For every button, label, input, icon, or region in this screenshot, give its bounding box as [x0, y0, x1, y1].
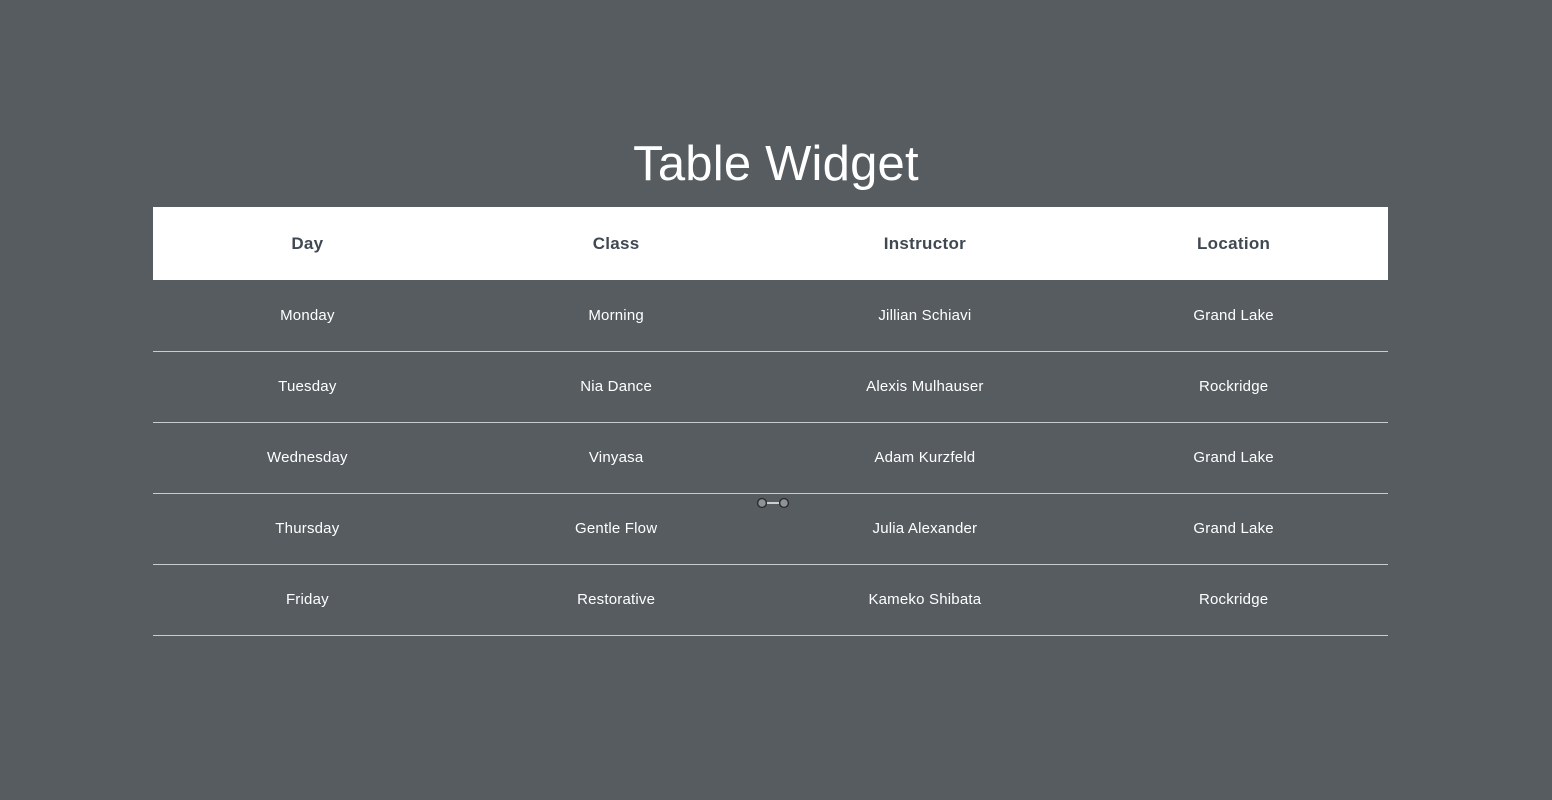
- schedule-table: Day Class Instructor Location Monday Mor…: [153, 207, 1388, 636]
- cell-day: Monday: [153, 280, 462, 352]
- table-row[interactable]: Wednesday Vinyasa Adam Kurzfeld Grand La…: [153, 422, 1388, 494]
- cell-day: Wednesday: [153, 422, 462, 494]
- cell-location: Rockridge: [1079, 564, 1388, 636]
- cell-class: Nia Dance: [461, 351, 771, 423]
- table-body: Monday Morning Jillian Schiavi Grand Lak…: [153, 280, 1388, 636]
- table-row[interactable]: Monday Morning Jillian Schiavi Grand Lak…: [153, 280, 1388, 352]
- column-header-instructor[interactable]: Instructor: [771, 207, 1080, 280]
- table-row[interactable]: Tuesday Nia Dance Alexis Mulhauser Rockr…: [153, 351, 1388, 423]
- cell-instructor: Jillian Schiavi: [770, 280, 1080, 352]
- cell-class: Morning: [461, 280, 771, 352]
- cell-location: Grand Lake: [1079, 280, 1388, 352]
- cell-location: Rockridge: [1079, 351, 1388, 423]
- column-header-location[interactable]: Location: [1079, 207, 1388, 280]
- cell-instructor: Kameko Shibata: [770, 564, 1080, 636]
- cell-instructor: Julia Alexander: [770, 493, 1080, 565]
- cell-class: Gentle Flow: [461, 493, 771, 565]
- cell-location: Grand Lake: [1079, 422, 1388, 494]
- table-header-row: Day Class Instructor Location: [153, 207, 1388, 280]
- cell-day: Friday: [153, 564, 462, 636]
- cell-class: Restorative: [461, 564, 771, 636]
- table-row[interactable]: Friday Restorative Kameko Shibata Rockri…: [153, 564, 1388, 636]
- table-row[interactable]: Thursday Gentle Flow Julia Alexander Gra…: [153, 493, 1388, 565]
- cell-day: Tuesday: [153, 351, 462, 423]
- table-header: Day Class Instructor Location: [153, 207, 1388, 280]
- cell-instructor: Adam Kurzfeld: [770, 422, 1080, 494]
- column-header-day[interactable]: Day: [153, 207, 462, 280]
- page-root: Table Widget Day Class Instructor Locati…: [0, 0, 1552, 800]
- table-widget: Day Class Instructor Location Monday Mor…: [153, 207, 1388, 636]
- column-header-class[interactable]: Class: [462, 207, 771, 280]
- cell-class: Vinyasa: [461, 422, 771, 494]
- cell-location: Grand Lake: [1079, 493, 1388, 565]
- cell-instructor: Alexis Mulhauser: [770, 351, 1080, 423]
- cell-day: Thursday: [153, 493, 462, 565]
- page-title: Table Widget: [633, 137, 919, 191]
